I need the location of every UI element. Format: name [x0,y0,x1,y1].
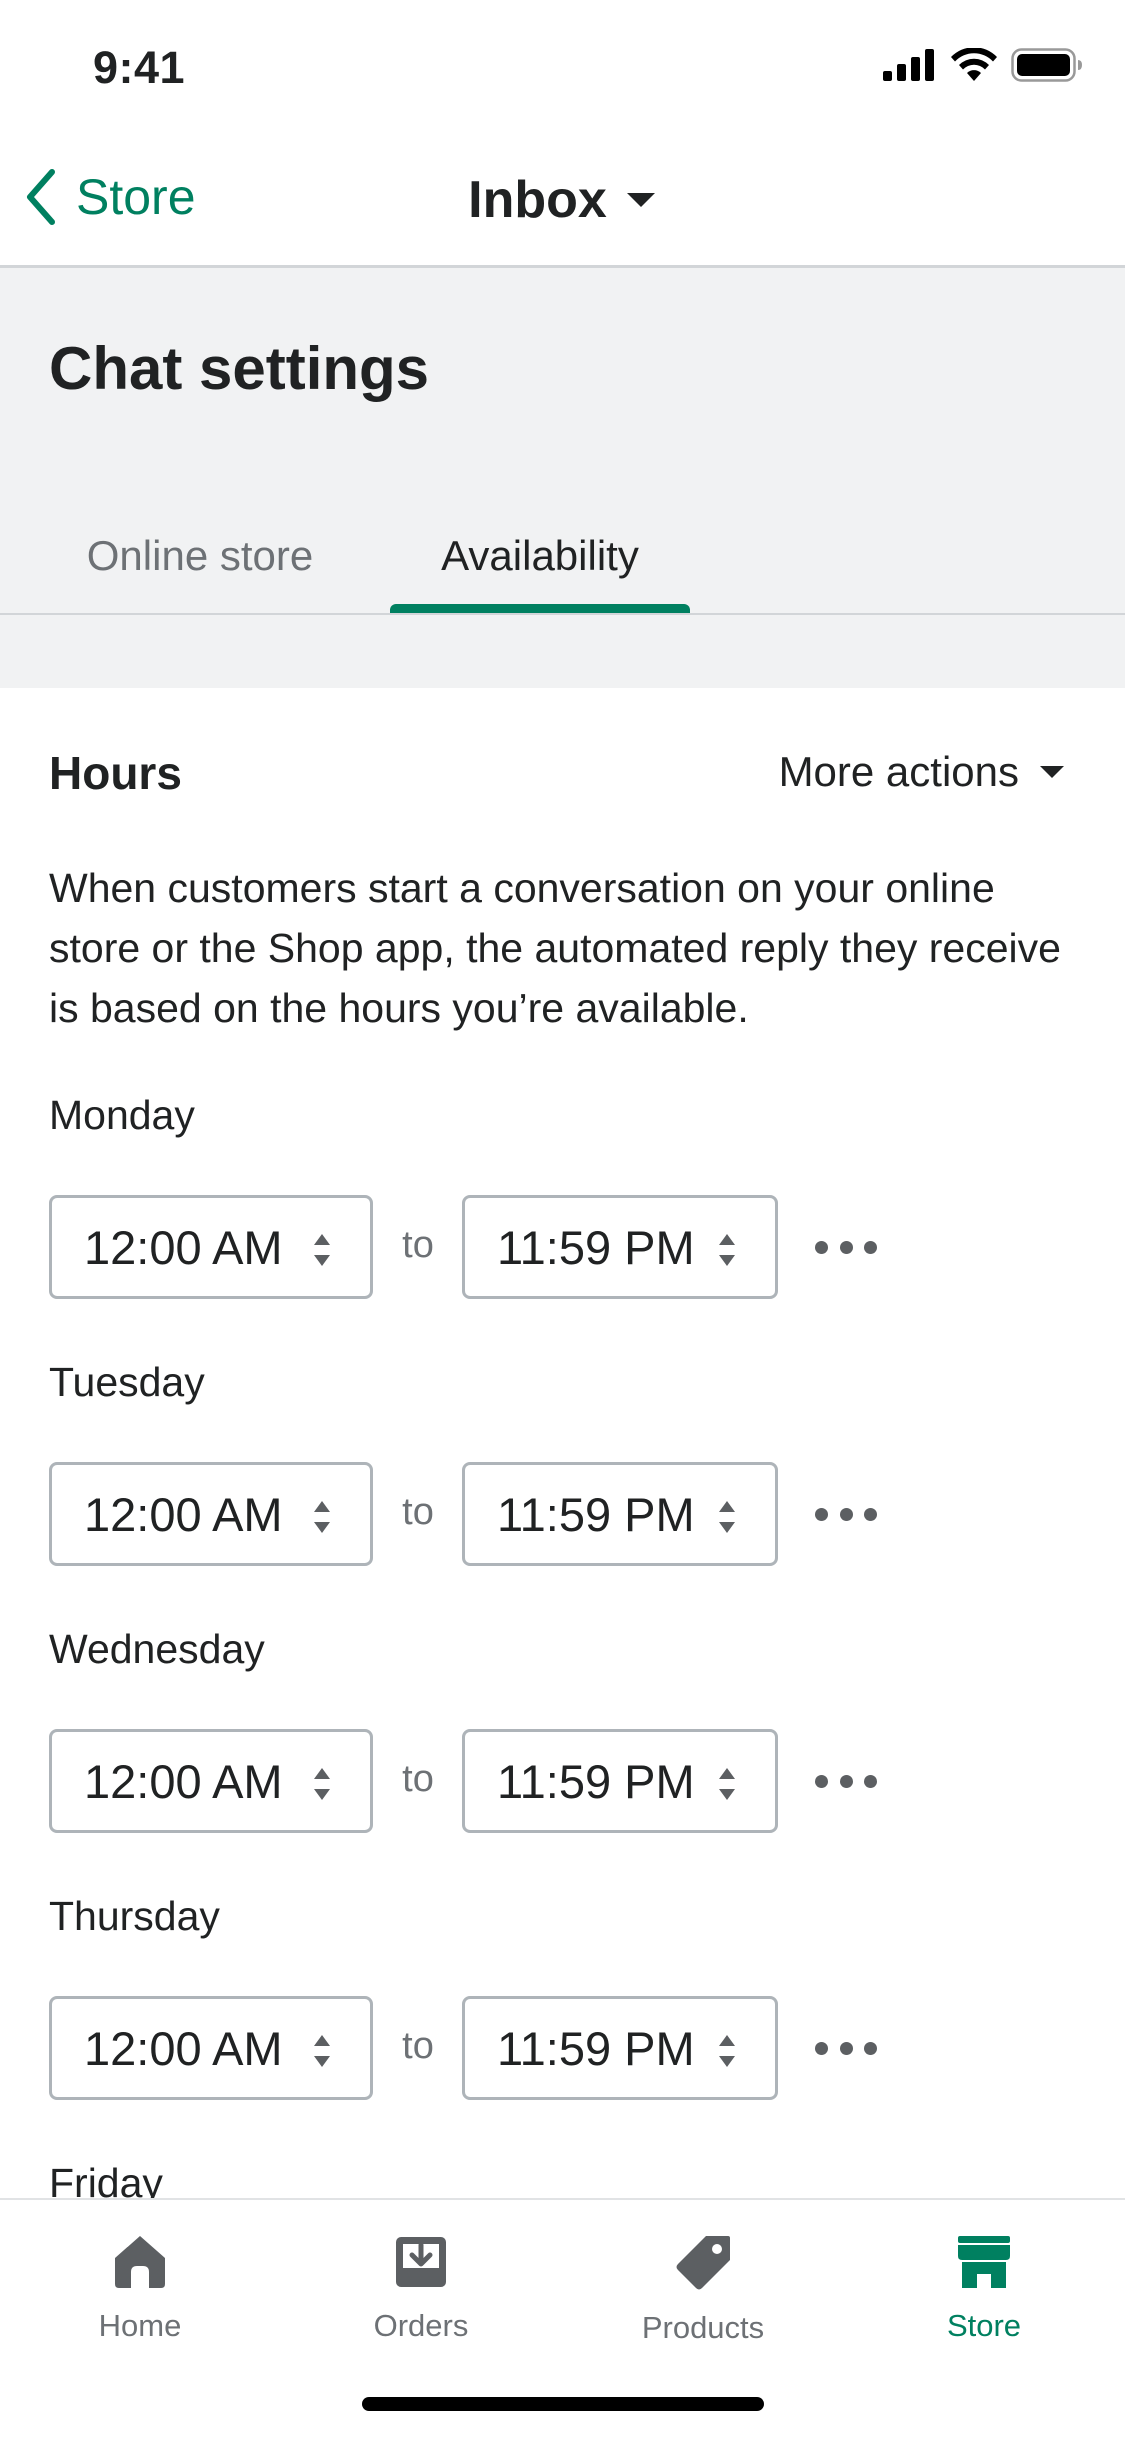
select-stepper-icon [314,2035,330,2067]
status-icons [883,48,1083,82]
active-tab-indicator [390,604,690,613]
nav-title: Inbox [468,171,607,229]
tab-availability[interactable]: Availability [390,498,690,613]
tab-bar-store[interactable]: Store [884,2234,1084,2344]
more-horizontal-icon[interactable] [815,2033,877,2063]
page-header: Chat settings Online store Availability [0,268,1125,688]
more-actions-button[interactable]: More actions [779,748,1065,796]
select-stepper-icon [314,1501,330,1533]
to-separator: to [402,1758,434,1800]
home-indicator[interactable] [362,2397,764,2411]
to-separator: to [402,1224,434,1266]
more-actions-label: More actions [778,748,1019,795]
select-stepper-icon [719,1234,735,1266]
hours-section: Hours More actions When customers start … [0,688,1125,2198]
end-time-value: 11:59 PM [497,1487,695,1541]
tab-bar-label: Store [946,2308,1022,2343]
tabs: Online store Availability [0,498,1125,615]
to-separator: to [402,1491,434,1533]
start-time-value: 12:00 AM [84,1487,283,1541]
tab-online-store[interactable]: Online store [50,498,350,613]
end-time-select-wednesday[interactable]: 11:59 PM [462,1729,778,1833]
more-horizontal-icon[interactable] [815,1766,877,1796]
select-stepper-icon [314,1768,330,1800]
store-icon [958,2236,1010,2288]
select-stepper-icon [719,1768,735,1800]
to-separator: to [402,2025,434,2067]
end-time-value: 11:59 PM [497,1754,695,1808]
end-time-value: 11:59 PM [497,1220,695,1274]
select-stepper-icon [314,1234,330,1266]
more-horizontal-icon[interactable] [815,1499,877,1529]
end-time-select-thursday[interactable]: 11:59 PM [462,1996,778,2100]
status-time: 9:41 [93,42,186,93]
caret-down-icon [1040,766,1064,778]
status-bar: 9:41 [0,0,1125,140]
tab-bar-products[interactable]: Products [603,2234,803,2346]
end-time-select-monday[interactable]: 11:59 PM [462,1195,778,1299]
battery-icon [1011,48,1082,82]
start-time-value: 12:00 AM [84,1220,283,1274]
tab-bar-home[interactable]: Home [40,2234,240,2344]
start-time-select-wednesday[interactable]: 12:00 AM [49,1729,373,1833]
select-stepper-icon [719,1501,735,1533]
start-time-select-tuesday[interactable]: 12:00 AM [49,1462,373,1566]
start-time-select-thursday[interactable]: 12:00 AM [49,1996,373,2100]
products-tag-icon [676,2236,730,2290]
inbox-title-dropdown[interactable]: Inbox [0,170,1125,230]
select-stepper-icon [719,2035,735,2067]
hours-description: When customers start a conversation on y… [49,865,1061,1031]
day-label-wednesday: Wednesday [49,1626,265,1672]
day-label-monday: Monday [49,1092,195,1138]
caret-down-icon [626,193,655,207]
day-label-tuesday: Tuesday [49,1359,205,1405]
orders-icon [396,2237,446,2287]
wifi-icon [951,48,997,81]
end-time-value: 11:59 PM [497,2021,695,2075]
tab-bar-label: Products [641,2310,765,2345]
start-time-select-monday[interactable]: 12:00 AM [49,1195,373,1299]
end-time-select-tuesday[interactable]: 11:59 PM [462,1462,778,1566]
day-label-friday: Friday [49,2160,163,2198]
navigation-bar: Store Inbox [0,140,1125,268]
start-time-value: 12:00 AM [84,1754,283,1808]
tab-bar-label: Home [98,2308,182,2343]
home-icon [115,2236,165,2288]
more-horizontal-icon[interactable] [815,1232,877,1262]
page-title: Chat settings [49,335,430,402]
section-title: Hours [49,747,182,799]
cellular-signal-icon [883,49,934,81]
start-time-value: 12:00 AM [84,2021,283,2075]
tab-bar-label: Orders [373,2308,469,2343]
tab-bar-orders[interactable]: Orders [321,2234,521,2344]
day-label-thursday: Thursday [49,1893,220,1939]
